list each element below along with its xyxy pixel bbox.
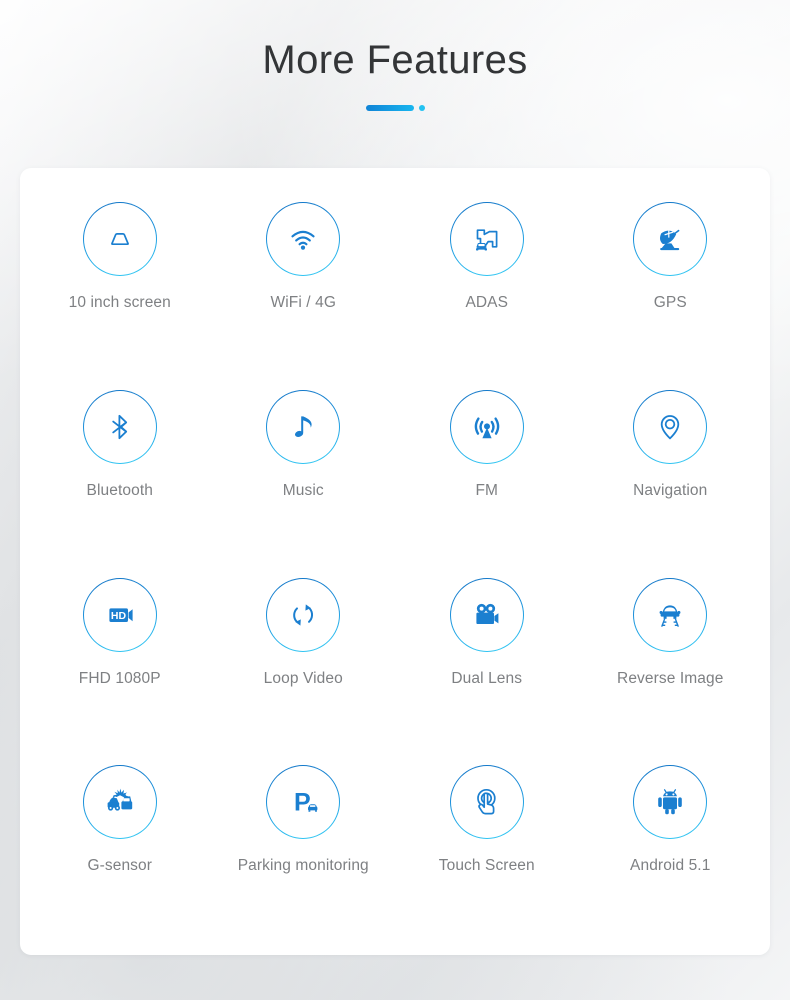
icon-circle [633,390,707,464]
feature-item-touch[interactable]: Touch Screen [395,753,579,941]
feature-item-parking[interactable]: P Parking monitoring [212,753,396,941]
feature-label: Android 5.1 [630,857,711,875]
loop-arrows-icon [293,603,314,626]
icon-circle [450,578,524,652]
feature-page: More Features 10 inch screen WiFi / 4G A… [0,0,790,1000]
screen-icon [110,233,129,246]
feature-label: Navigation [633,481,708,499]
icon-circle [633,578,707,652]
feature-item-navigation[interactable]: Navigation [579,378,763,566]
feature-label: Parking monitoring [237,857,369,875]
icon-circle [83,765,157,839]
underline-dot [418,105,425,111]
feature-item-music[interactable]: Music [212,378,396,566]
icon-circle: HD [83,578,157,652]
feature-label: Music [282,481,324,499]
satellite-dish-icon [660,229,680,251]
feature-label: Touch Screen [438,857,535,875]
feature-label: ADAS [465,294,509,311]
parking-p-car-icon: P [294,789,318,817]
feature-item-loop[interactable]: Loop Video [212,566,396,754]
wifi-icon [291,230,315,250]
icon-circle [266,578,340,652]
icon-circle [450,390,524,464]
icon-circle [450,765,524,839]
feature-label: Bluetooth [86,481,153,499]
feature-item-fm[interactable]: FM [395,378,579,566]
feature-label: Dual Lens [451,669,523,687]
feature-item-android[interactable]: Android 5.1 [579,753,763,941]
title-underline [0,104,790,112]
feature-label: GPS [653,294,687,311]
feature-item-fhd[interactable]: HD FHD 1080P [28,566,212,754]
page-title: More Features [262,38,528,82]
feature-label: 10 inch screen [68,294,171,311]
feature-item-wifi[interactable]: WiFi / 4G [212,190,396,378]
page-header: More Features [0,36,790,112]
feature-label: FHD 1080P [78,669,161,687]
svg-text:P: P [294,789,311,817]
feature-item-dual-lens[interactable]: Dual Lens [395,566,579,754]
features-grid: 10 inch screen WiFi / 4G ADAS GPS Blueto… [20,168,770,955]
feature-label: Reverse Image [617,669,724,687]
icon-circle [450,202,524,276]
car-crash-icon [107,788,132,811]
feature-item-bluetooth[interactable]: Bluetooth [28,378,212,566]
feature-label: WiFi / 4G [270,294,336,311]
icon-circle [83,202,157,276]
map-pin-icon [661,414,680,440]
icon-circle [266,202,340,276]
icon-circle [633,765,707,839]
icon-circle [266,390,340,464]
features-card: 10 inch screen WiFi / 4G ADAS GPS Blueto… [20,168,770,955]
music-note-icon [295,416,312,437]
feature-item-reverse-image[interactable]: Reverse Image [579,566,763,754]
feature-label: FM [475,481,499,499]
adas-lane-car-icon [475,229,498,251]
icon-circle [633,202,707,276]
feature-label: Loop Video [263,669,343,687]
feature-item-screen[interactable]: 10 inch screen [28,190,212,378]
feature-item-adas[interactable]: ADAS [395,190,579,378]
feature-item-gsensor[interactable]: G-sensor [28,753,212,941]
android-robot-icon [658,789,683,815]
radio-broadcast-icon [474,417,500,438]
bluetooth-icon [112,414,127,439]
dual-lens-camera-icon [476,603,499,624]
touch-hand-icon [476,789,496,815]
feature-label: G-sensor [87,857,153,875]
feature-item-gps[interactable]: GPS [579,190,763,378]
hd-camera-icon: HD [109,607,133,622]
icon-circle [83,390,157,464]
svg-text:HD: HD [111,610,127,622]
reverse-car-icon [659,604,681,627]
underline-bar [365,105,414,111]
icon-circle: P [266,765,340,839]
